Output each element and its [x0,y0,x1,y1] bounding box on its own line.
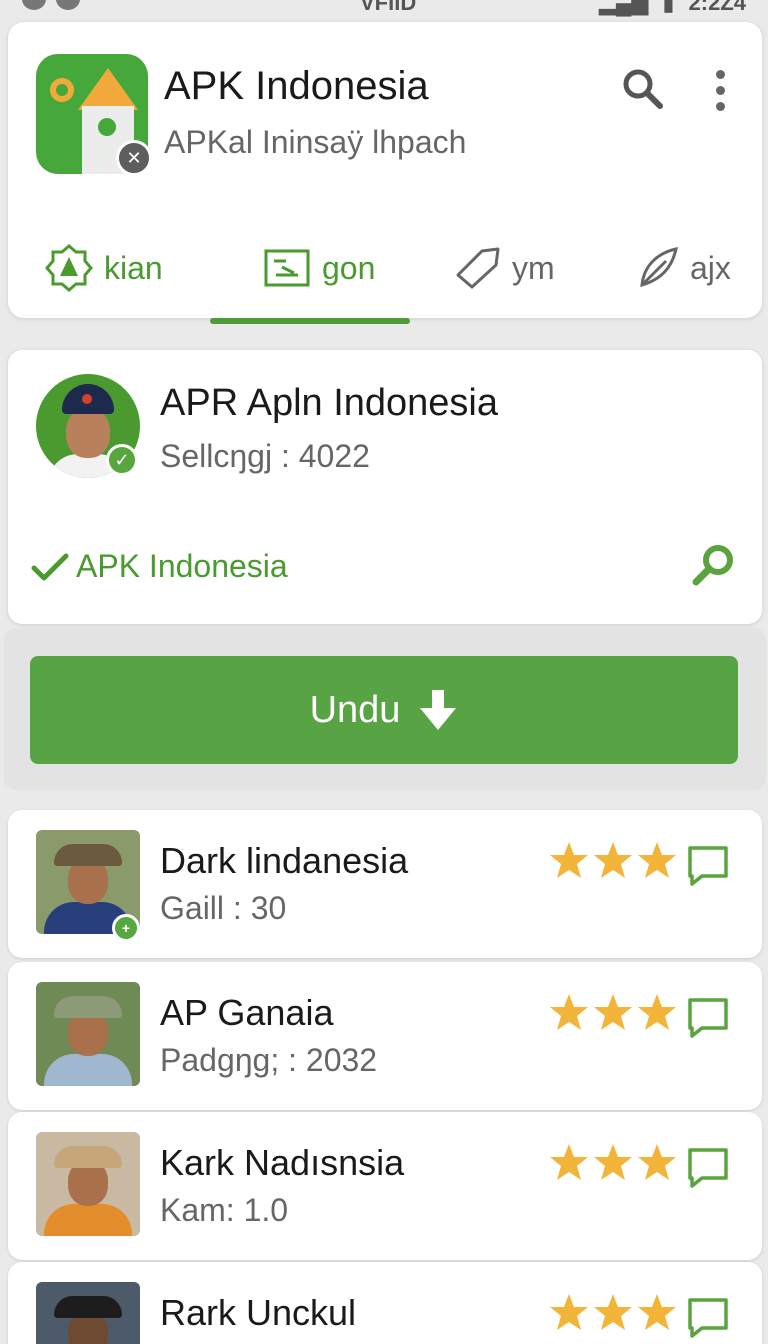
tag-icon [456,247,500,289]
battery-icon: ▮ [662,0,675,15]
download-button[interactable]: Undu [30,656,738,764]
tab-bar: kian gon ym ajx [8,228,762,324]
list-item-title: Dark lindanesia [160,840,409,881]
list-item-meta: Kam: 1.0 [160,1192,289,1228]
tab-gon[interactable]: gon [262,238,375,298]
list-item-title: AP Ganaia [160,992,334,1033]
signal-icon: ▂▄▆ [598,0,649,15]
comment-icon[interactable] [686,996,730,1040]
avatar [36,1282,140,1344]
list-item-meta: Gaill : 30 [160,890,287,926]
star-rating [548,840,678,880]
tab-label: gon [322,249,376,286]
tab-label: kian [104,249,163,286]
status-icons-right: ▂▄▆ ▮ 2:2Z4 [599,0,746,16]
tab-kian[interactable]: kian [44,238,163,298]
comment-icon[interactable] [686,844,730,888]
app-subtitle: APKal Ininsaÿ lhpach [164,124,467,160]
list-item-title: Rark Unckul [160,1292,357,1333]
status-bar: VFIID ▂▄▆ ▮ 2:2Z4 [0,0,768,16]
leaf-icon [640,247,678,288]
profile-name: APR Apln Indonesia [160,382,499,424]
folder-icon [264,249,310,287]
list-item-title: Kark Nadısnsia [160,1142,405,1183]
star-icon [638,1294,676,1330]
star-rating [548,1142,678,1182]
active-tab-indicator [210,318,410,324]
profile-card[interactable]: ✓ APR Apln Indonesia Sellcŋgj : 4022 APK… [8,350,762,624]
avatar [36,982,140,1086]
clock: 2:2Z4 [688,0,746,15]
download-section: Undu [4,628,766,790]
star-rating [548,1292,678,1332]
tab-ajx[interactable]: ajx [636,238,731,298]
list-item[interactable]: Kark Nadısnsia Kam: 1.0 [8,1112,762,1260]
search-icon[interactable] [688,540,738,590]
star-icon [594,994,632,1030]
app-title: APK Indonesia [164,64,429,108]
search-icon[interactable] [618,64,666,112]
carrier-label: VFIID [360,0,417,15]
gear-icon [45,244,93,292]
star-icon [638,842,676,878]
more-menu-icon[interactable] [708,66,732,114]
list-item[interactable]: Rark Unckul [8,1262,762,1344]
close-badge-icon[interactable]: ✕ [116,140,152,176]
avatar [36,1132,140,1236]
download-label: Undu [309,688,401,731]
download-arrow-icon [420,690,457,730]
star-icon [638,1144,676,1180]
comment-icon[interactable] [686,1146,730,1190]
list-item[interactable]: AP Ganaia Padgŋg; : 2032 [8,962,762,1110]
verified-text: APK Indonesia [76,548,288,584]
tab-label: ym [512,249,555,286]
star-icon [550,994,588,1030]
star-icon [594,842,632,878]
star-icon [594,1294,632,1330]
star-icon [550,1294,588,1330]
star-icon [550,842,588,878]
tab-label: ajx [690,249,731,286]
tab-ym[interactable]: ym [454,238,555,298]
profile-meta: Sellcŋgj : 4022 [160,438,370,474]
star-icon [594,1144,632,1180]
star-icon [550,1144,588,1180]
star-rating [548,992,678,1032]
status-icons-left [22,0,80,10]
verified-label: APK Indonesia [30,548,288,585]
app-header: ✕ APK Indonesia APKal Ininsaÿ lhpach kia… [8,22,762,324]
list-item-meta: Padgŋg; : 2032 [160,1042,378,1078]
checkmark-icon [31,553,69,580]
verified-check-icon: ✓ [106,444,138,476]
app-screen: VFIID ▂▄▆ ▮ 2:2Z4 ✕ APK Indonesia APKal … [0,0,768,1344]
list-item[interactable]: + Dark lindanesia Gaill : 30 [8,810,762,958]
star-icon [638,994,676,1030]
add-badge-icon: + [112,914,140,942]
comment-icon[interactable] [686,1296,730,1340]
